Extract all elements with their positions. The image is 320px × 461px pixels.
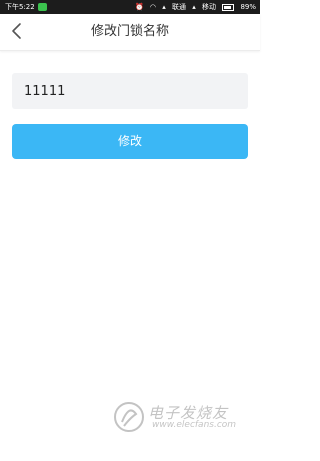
battery-icon [222, 4, 235, 11]
lock-name-input[interactable] [12, 73, 248, 109]
watermark: 电子发烧友 www.elecfans.com [112, 400, 252, 436]
status-time: 下午5:22 [5, 3, 35, 11]
alarm-icon: ⏰ [134, 3, 144, 11]
status-bar: 下午5:22 ⏰ ◠ ▴ 联通 ▴ 移动 89% [0, 0, 260, 14]
app-header: 修改门锁名称 [0, 14, 260, 51]
watermark-url: www.elecfans.com [152, 420, 237, 430]
modify-button[interactable]: 修改 [12, 124, 248, 159]
carrier-label: 联通 [171, 3, 186, 11]
elecfans-logo-icon [114, 402, 144, 432]
wechat-notification-icon [38, 3, 47, 11]
wifi-icon: ◠ [149, 3, 156, 11]
signal-icon: ▴ [162, 3, 166, 11]
lock-rename-screen: 下午5:22 ⏰ ◠ ▴ 联通 ▴ 移动 89% 修改门锁名称 修改 电子发烧友… [0, 0, 260, 461]
signal-icon-2: ▴ [192, 3, 196, 11]
page-title: 修改门锁名称 [90, 24, 169, 39]
network-label: 移动 [201, 3, 216, 11]
status-indicators: ⏰ ◠ ▴ 联通 ▴ 移动 89% [131, 0, 256, 14]
battery-level: 89% [240, 3, 256, 11]
